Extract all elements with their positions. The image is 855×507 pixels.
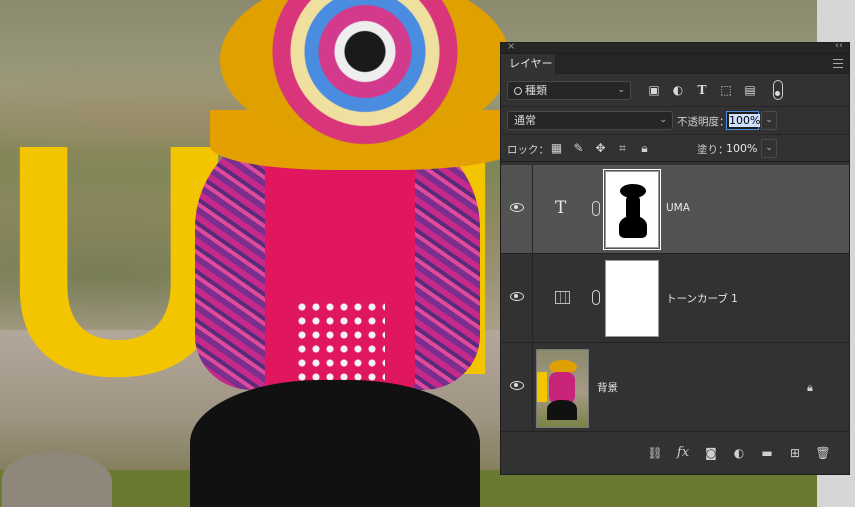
filter-toggle[interactable] — [773, 80, 783, 100]
visibility-eye-icon[interactable] — [510, 381, 524, 390]
close-icon[interactable]: × — [507, 41, 515, 52]
visibility-eye-icon[interactable] — [510, 203, 524, 212]
layer-mask-thumbnail[interactable] — [605, 260, 659, 337]
lock-icons: ▦ ✎ ✥ ⌗ 🔒︎ — [549, 141, 652, 156]
layers-panel: × ‹‹ レイヤー 種類 ⌄ ▣ ◐ T ⬚ ▤ 通常 ⌄ 不透明度： 100%… — [500, 40, 850, 475]
lock-label: ロック： — [507, 144, 549, 156]
blend-row: 通常 ⌄ 不透明度： 100% ⌄ — [501, 107, 849, 135]
fill-input[interactable]: 100% — [726, 140, 759, 158]
mask-link-icon[interactable] — [592, 201, 600, 216]
new-group-icon[interactable]: ▬ — [759, 445, 775, 461]
lock-all-icon[interactable]: 🔒︎ — [637, 141, 652, 156]
layer-row-background[interactable]: 背景 🔒︎ — [501, 343, 849, 432]
fx-icon[interactable]: fx — [675, 445, 691, 461]
layer-name[interactable]: トーンカーブ 1 — [666, 291, 738, 306]
fill-dropdown-button[interactable]: ⌄ — [761, 139, 777, 158]
lock-row: ロック： ▦ ✎ ✥ ⌗ 🔒︎ 塗り： 100% ⌄ — [501, 135, 849, 162]
layer-row-uma[interactable]: T UMA — [501, 165, 849, 254]
opacity-value: 100% — [729, 114, 761, 127]
lock-icon: 🔒︎ — [807, 381, 813, 394]
adjustment-layer-icon[interactable]: ◐ — [731, 445, 747, 461]
layer-name[interactable]: 背景 — [597, 380, 618, 395]
silhouette-mask — [616, 184, 650, 242]
smart-object-filter-icon[interactable]: ▤ — [742, 82, 758, 98]
layer-row-curves[interactable]: トーンカーブ 1 — [501, 254, 849, 343]
curves-adjustment-icon — [555, 291, 570, 304]
rock — [2, 452, 112, 507]
black-skirt — [190, 380, 480, 507]
type-filter-icon[interactable]: T — [694, 82, 710, 98]
search-icon — [514, 87, 522, 95]
mask-link-icon[interactable] — [592, 290, 600, 305]
add-mask-icon[interactable]: ◙ — [703, 445, 719, 461]
filter-icons: ▣ ◐ T ⬚ ▤ — [646, 82, 758, 98]
shape-filter-icon[interactable]: ⬚ — [718, 82, 734, 98]
eye-divider — [532, 254, 533, 343]
layer-list: T UMA トーンカーブ 1 背景 🔒︎ — [501, 165, 849, 433]
blend-mode-select[interactable]: 通常 ⌄ — [507, 111, 673, 130]
eye-divider — [532, 343, 533, 432]
trash-icon[interactable]: 🗑︎ — [815, 445, 831, 461]
image-filter-icon[interactable]: ▣ — [646, 82, 662, 98]
filter-kind-select[interactable]: 種類 ⌄ — [507, 81, 631, 100]
background-thumbnail[interactable] — [536, 349, 589, 428]
woman-figure — [185, 0, 520, 507]
eye-divider — [532, 165, 533, 254]
link-layers-icon[interactable]: ⛓ — [647, 445, 663, 461]
opacity-dropdown-button[interactable]: ⌄ — [761, 111, 777, 130]
visibility-eye-icon[interactable] — [510, 292, 524, 301]
blend-mode-value: 通常 — [514, 114, 536, 127]
lock-paint-brush-icon[interactable]: ✎ — [571, 141, 586, 156]
layer-mask-thumbnail[interactable] — [603, 169, 661, 250]
tab-layers[interactable]: レイヤー — [501, 54, 555, 74]
chevron-down-icon: ⌄ — [659, 115, 667, 125]
panel-titlebar[interactable]: × ‹‹ — [501, 40, 849, 54]
lock-artboard-icon[interactable]: ⌗ — [615, 141, 630, 156]
chevron-down-icon: ⌄ — [617, 85, 625, 95]
layer-name[interactable]: UMA — [666, 202, 690, 214]
button-decoration — [295, 300, 385, 390]
lock-position-icon[interactable]: ✥ — [593, 141, 608, 156]
new-layer-icon[interactable]: ⊞ — [787, 445, 803, 461]
filter-row: 種類 ⌄ ▣ ◐ T ⬚ ▤ — [501, 74, 849, 107]
panel-menu-icon[interactable] — [833, 59, 843, 68]
opacity-label: 不透明度： — [677, 116, 730, 128]
lock-transparent-icon[interactable]: ▦ — [549, 141, 564, 156]
panel-tabbar: レイヤー — [501, 54, 849, 74]
filter-kind-value: 種類 — [525, 84, 547, 97]
adjustment-filter-icon[interactable]: ◐ — [670, 82, 686, 98]
opacity-input[interactable]: 100% — [726, 111, 761, 130]
fill-label: 塗り： — [697, 144, 729, 156]
collapse-icon[interactable]: ‹‹ — [835, 40, 843, 51]
panel-footer: ⛓ fx ◙ ◐ ▬ ⊞ 🗑︎ — [501, 441, 849, 465]
type-layer-icon: T — [555, 198, 567, 218]
